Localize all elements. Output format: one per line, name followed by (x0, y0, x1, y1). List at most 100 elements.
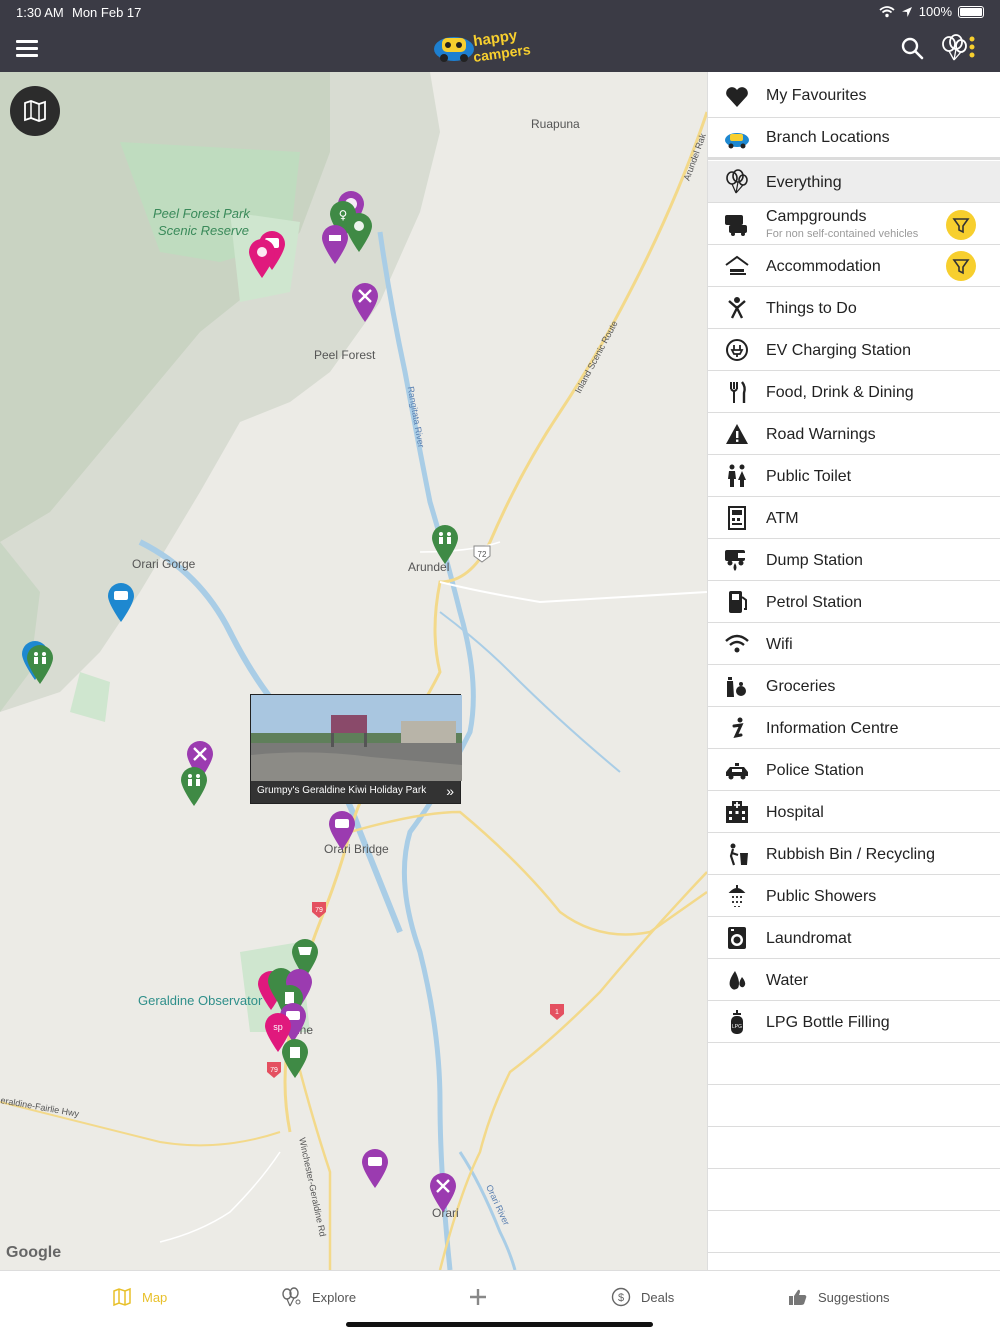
menu-item-branch-locations[interactable]: Branch Locations (708, 118, 1000, 160)
menu-item-ev-charging[interactable]: EV Charging Station (708, 329, 1000, 371)
activity-icon (728, 297, 746, 319)
police-car-icon (726, 763, 748, 780)
battery-icon (958, 5, 984, 18)
svg-text:sp: sp (273, 1022, 283, 1032)
app-header: happy campers (0, 24, 1000, 72)
menu-item-label: Police Station (766, 762, 864, 779)
dump-station-icon (725, 550, 747, 571)
search-icon[interactable] (900, 36, 924, 60)
tab-explore[interactable]: Explore (280, 1285, 356, 1309)
menu-item-label: Rubbish Bin / Recycling (766, 846, 935, 863)
info-icon (732, 717, 744, 739)
map-pin-things-to-do[interactable] (428, 1172, 458, 1214)
route-shield-number: 79 (315, 907, 323, 914)
map-pin-toilet[interactable] (430, 524, 460, 566)
shower-icon (728, 885, 746, 907)
atm-icon (728, 506, 746, 530)
map-pin-review[interactable] (247, 238, 277, 280)
menu-item-accommodation[interactable]: Accommodation (708, 245, 1000, 287)
menu-item-dump-station[interactable]: Dump Station (708, 539, 1000, 581)
accommodation-filter-button[interactable] (946, 251, 976, 281)
menu-item-label: Petrol Station (766, 594, 863, 611)
campervan-logo-icon (725, 133, 749, 149)
menu-item-label: Water (766, 972, 809, 989)
menu-item-wifi[interactable]: Wifi (708, 623, 1000, 665)
map-pin-selected-campground[interactable] (327, 810, 357, 852)
menu-item-public-toilet[interactable]: Public Toilet (708, 455, 1000, 497)
empty-row (708, 1085, 1000, 1127)
balloons-filter-icon[interactable] (940, 34, 980, 62)
map-icon (113, 1287, 131, 1307)
map-pin-things-to-do[interactable] (350, 282, 380, 324)
menu-item-water[interactable]: Water (708, 959, 1000, 1001)
callout-chevron-icon: » (446, 783, 454, 799)
battery-percent: 100% (918, 4, 952, 19)
cutlery-icon (730, 381, 746, 403)
svg-text:LPG: LPG (732, 1024, 742, 1030)
menu-item-rubbish-bin[interactable]: Rubbish Bin / Recycling (708, 833, 1000, 875)
heart-icon (726, 87, 748, 107)
status-bar: 1:30 AM Mon Feb 17 100% (0, 0, 1000, 24)
menu-item-atm[interactable]: ATM (708, 497, 1000, 539)
google-logo: Google (6, 1244, 62, 1261)
tab-suggestions[interactable]: Suggestions (788, 1285, 890, 1309)
empty-row (708, 1211, 1000, 1253)
happy-campers-logo: happy campers (434, 28, 532, 65)
menu-item-hospital[interactable]: Hospital (708, 791, 1000, 833)
menu-item-things-to-do[interactable]: Things to Do (708, 287, 1000, 329)
warning-icon (726, 424, 748, 444)
menu-item-groceries[interactable]: Groceries (708, 665, 1000, 707)
tab-label: Explore (312, 1289, 357, 1305)
thumbs-up-icon (789, 1289, 807, 1305)
menu-item-police-station[interactable]: Police Station (708, 749, 1000, 791)
menu-item-lpg-bottle[interactable]: LPG LPG Bottle Filling (708, 1001, 1000, 1043)
menu-item-laundromat[interactable]: Laundromat (708, 917, 1000, 959)
menu-item-public-showers[interactable]: Public Showers (708, 875, 1000, 917)
ev-charging-icon (726, 339, 748, 361)
menu-item-sublabel: For non self-contained vehicles (766, 228, 919, 240)
tab-label: Deals (641, 1289, 675, 1305)
menu-item-label: EV Charging Station (766, 342, 911, 359)
menu-item-label: ATM (766, 510, 799, 527)
menu-item-label: LPG Bottle Filling (766, 1014, 890, 1031)
hamburger-line (16, 47, 38, 50)
map-pin-campground[interactable] (360, 1148, 390, 1190)
tab-add[interactable] (468, 1285, 488, 1309)
menu-item-label: Accommodation (766, 258, 881, 275)
route-shield-number: 79 (270, 1067, 278, 1074)
menu-item-food-drink[interactable]: Food, Drink & Dining (708, 371, 1000, 413)
map-pin-toilet[interactable] (179, 766, 209, 808)
map-view[interactable]: 72 79 79 1 Ruapuna Peel Forest Park Scen… (0, 72, 707, 1270)
balloons-icon (726, 169, 748, 194)
status-right: 100% (879, 4, 984, 19)
map-label-scenic-reserve: Scenic Reserve (158, 223, 250, 238)
hamburger-line (16, 54, 38, 57)
status-time: 1:30 AM (16, 5, 64, 20)
hamburger-line (16, 40, 38, 43)
wifi-icon (725, 634, 749, 653)
menu-item-information-centre[interactable]: Information Centre (708, 707, 1000, 749)
campgrounds-filter-button[interactable] (946, 210, 976, 240)
plus-icon (470, 1289, 486, 1305)
tab-deals[interactable]: $ Deals (611, 1285, 674, 1309)
menu-item-road-warnings[interactable]: Road Warnings (708, 413, 1000, 455)
menu-item-petrol-station[interactable]: Petrol Station (708, 581, 1000, 623)
menu-button[interactable] (16, 40, 38, 57)
map-pin-rubbish-bin[interactable] (280, 1038, 310, 1080)
groceries-icon (727, 677, 746, 697)
lpg-bottle-icon: LPG (731, 1010, 743, 1034)
map-label-peel-forest: Peel Forest (314, 348, 376, 362)
tab-map[interactable]: Map (112, 1285, 167, 1309)
map-pin-toilet[interactable] (25, 644, 55, 686)
map-layers-button[interactable] (10, 86, 60, 136)
menu-item-everything[interactable]: Everything (708, 161, 1000, 203)
menu-item-my-favourites[interactable]: My Favourites (708, 76, 1000, 118)
campground-icon (725, 215, 747, 236)
location-arrow-icon (901, 6, 912, 17)
map-pin-accommodation[interactable] (320, 224, 350, 266)
menu-item-label: Road Warnings (766, 426, 876, 443)
home-indicator (346, 1322, 653, 1327)
menu-item-campgrounds[interactable]: Campgrounds For non self-contained vehic… (708, 203, 1000, 245)
map-pin-campground-blue[interactable] (106, 582, 136, 624)
selected-place-callout[interactable]: Grumpy's Geraldine Kiwi Holiday Park » (250, 694, 462, 804)
